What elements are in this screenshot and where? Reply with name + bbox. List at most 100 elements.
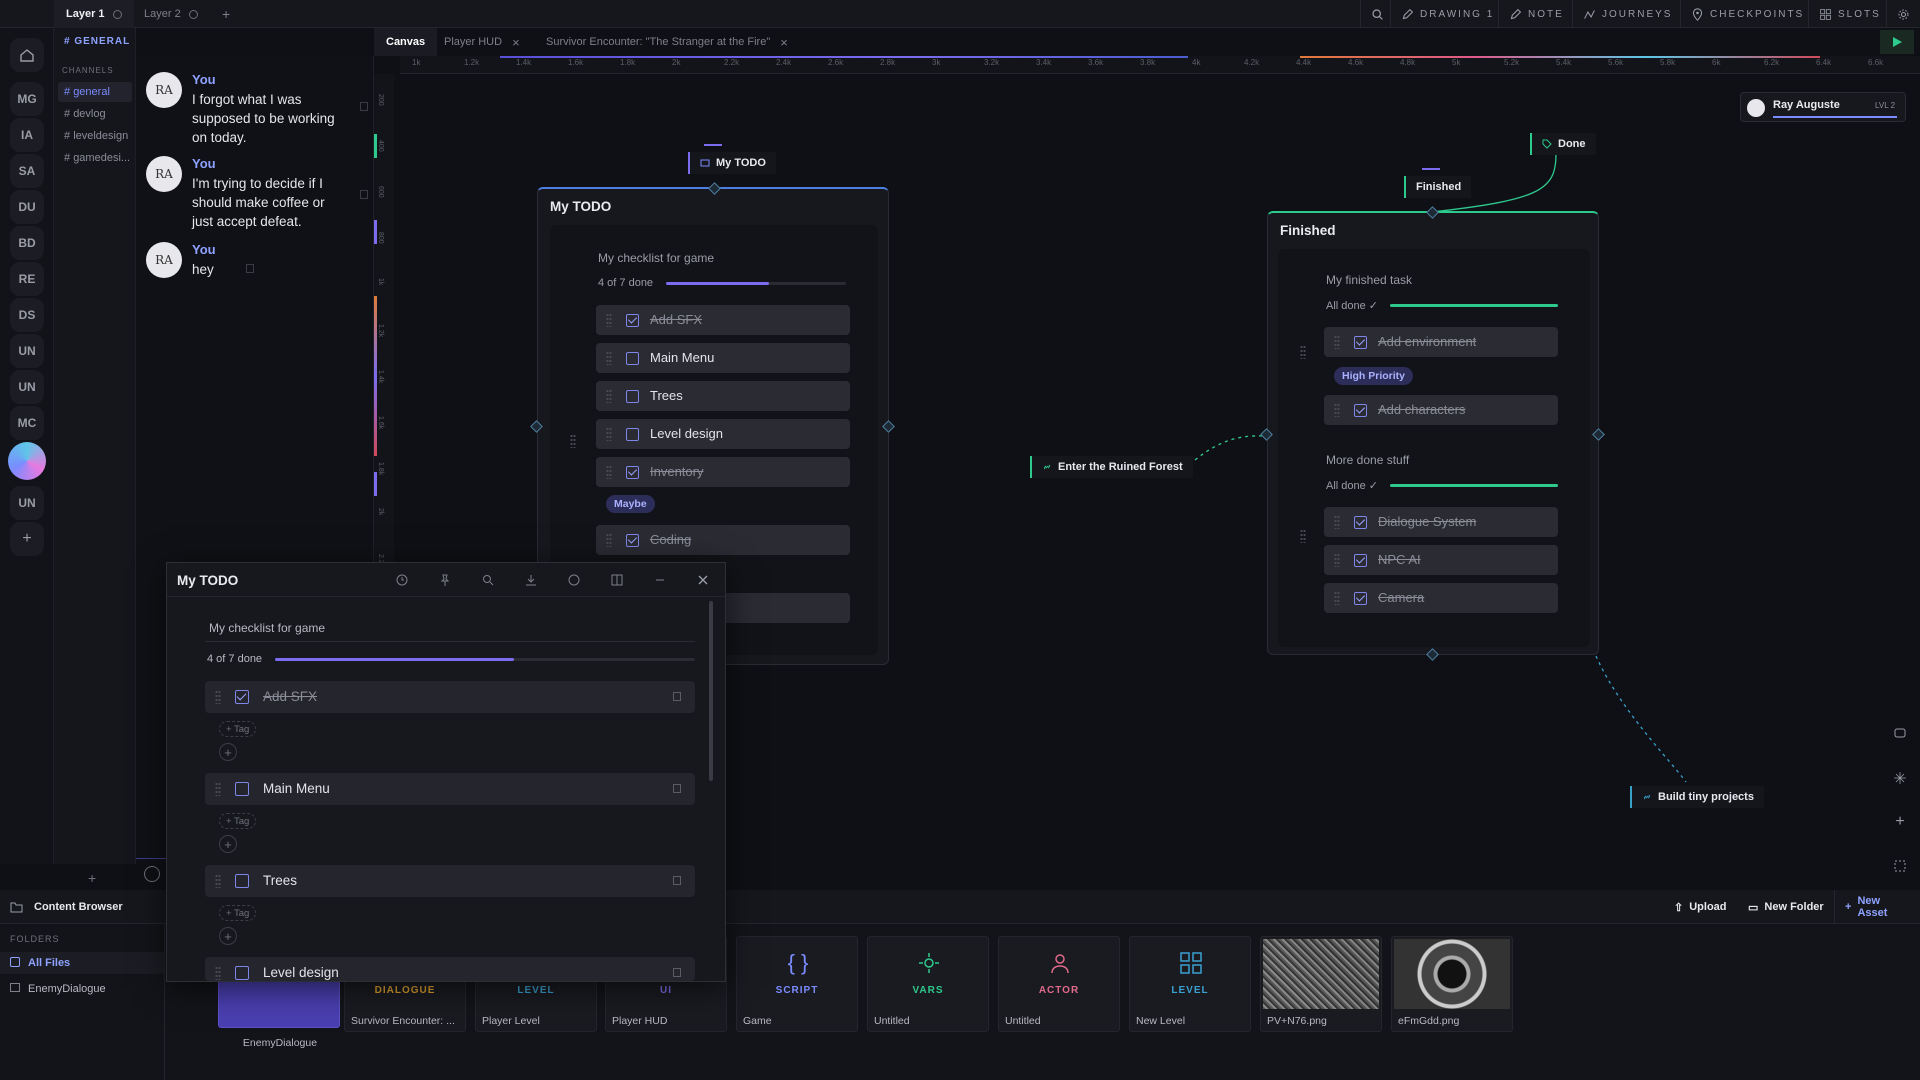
finished-item[interactable]: Add environment [1324,327,1558,357]
download-icon[interactable] [524,573,538,587]
checkbox[interactable] [1354,404,1367,417]
search-icon[interactable] [481,573,495,587]
todo-flag[interactable]: My TODO [688,152,776,174]
add-tag-button[interactable]: + Tag [219,905,257,921]
folder-item-all-files[interactable]: All Files [0,952,164,974]
chat-tool-button[interactable] [1886,720,1914,748]
todo-item[interactable]: Level design [596,419,850,449]
checkbox[interactable] [626,352,639,365]
minimize-icon[interactable] [653,573,667,587]
asset-card[interactable]: VARS Untitled [867,936,989,1032]
clock-icon[interactable] [395,573,409,587]
new-asset-button[interactable]: + New Asset [1834,890,1920,924]
drag-handle[interactable] [606,389,612,403]
tag-badge[interactable]: Maybe [606,495,655,513]
checkbox[interactable] [235,966,249,980]
drag-handle[interactable] [215,782,221,796]
progress-bar [666,282,846,285]
connector-line [1595,655,1687,783]
drag-handle[interactable] [1300,529,1306,543]
checkbox[interactable] [1354,516,1367,529]
finished-flag[interactable]: Finished [1404,176,1472,198]
checkbox[interactable] [626,466,639,479]
trash-icon[interactable] [673,968,681,977]
checkbox[interactable] [1354,592,1367,605]
todo-item[interactable]: Trees [596,381,850,411]
tag-badge[interactable]: High Priority [1334,367,1414,385]
todo-panel[interactable]: My TODO My checklist for game 4 of 7 don… [166,562,726,982]
drag-handle[interactable] [215,690,221,704]
scrollbar[interactable] [709,601,713,781]
drag-handle[interactable] [1334,553,1340,567]
checkbox[interactable] [626,534,639,547]
todo-item[interactable]: Add SFX [596,305,850,335]
sparkle-tool-button[interactable] [1886,764,1914,792]
close-icon[interactable] [696,573,710,587]
panel-todo-item[interactable]: Add SFX [205,681,695,713]
drag-handle[interactable] [1334,591,1340,605]
checkbox[interactable] [235,874,249,888]
folder-item-enemydialogue[interactable]: EnemyDialogue [0,978,164,1000]
checkbox[interactable] [235,782,249,796]
tiny-projects-flag[interactable]: Build tiny projects [1630,786,1764,808]
checkbox[interactable] [1354,554,1367,567]
image-thumbnail [1263,939,1379,1009]
drag-handle[interactable] [606,465,612,479]
folder-plus-icon: ▭ [1748,901,1759,914]
sparkle-icon [1894,772,1906,784]
home-icon [10,957,20,967]
add-subitem-button[interactable]: + [219,927,237,945]
finished-item[interactable]: NPC AI [1324,545,1558,575]
pin-icon[interactable] [438,573,452,587]
drag-handle[interactable] [606,533,612,547]
asset-card[interactable]: PV+N76.png [1260,936,1382,1032]
fit-view-button[interactable] [1886,852,1914,880]
drag-handle[interactable] [570,434,576,448]
columns-icon[interactable] [610,573,624,587]
trash-icon[interactable] [673,692,681,701]
drag-handle[interactable] [606,427,612,441]
drag-handle[interactable] [1300,345,1306,359]
forest-flag[interactable]: Enter the Ruined Forest [1030,456,1193,478]
drag-handle[interactable] [606,351,612,365]
finished-item[interactable]: Camera [1324,583,1558,613]
drag-handle[interactable] [215,966,221,980]
todo-item[interactable]: Inventory [596,457,850,487]
comment-icon[interactable] [567,573,581,587]
drag-handle[interactable] [606,313,612,327]
finished-node[interactable]: Finished My finished task All done ✓ Add… [1267,211,1599,655]
finished-item[interactable]: Dialogue System [1324,507,1558,537]
panel-header: My TODO [167,563,725,597]
done-flag[interactable]: Done [1530,133,1596,155]
new-folder-button[interactable]: ▭ New Folder [1738,890,1834,924]
drag-handle[interactable] [1334,403,1340,417]
todo-item[interactable]: Main Menu [596,343,850,373]
drag-handle[interactable] [215,874,221,888]
trash-icon[interactable] [673,876,681,885]
add-subitem-button[interactable]: + [219,835,237,853]
upload-button[interactable]: ⇧ Upload [1664,890,1737,924]
asset-card[interactable]: eFmGdd.png [1391,936,1513,1032]
checkbox[interactable] [235,690,249,704]
todo-item[interactable]: Coding [596,525,850,555]
zoom-in-button[interactable]: + [1886,808,1914,836]
add-subitem-button[interactable]: + [219,743,237,761]
drag-handle[interactable] [1334,335,1340,349]
trash-icon[interactable] [673,784,681,793]
panel-todo-item[interactable]: Main Menu [205,773,695,805]
finished-item[interactable]: Add characters [1324,395,1558,425]
checkbox[interactable] [626,314,639,327]
asset-card[interactable]: LEVEL New Level [1129,936,1251,1032]
asset-card[interactable]: { } SCRIPT Game [736,936,858,1032]
checkbox[interactable] [1354,336,1367,349]
checkbox[interactable] [626,390,639,403]
panel-todo-item[interactable]: Level design [205,957,695,981]
group-status: All done ✓ [1326,480,1379,492]
asset-card[interactable]: ACTOR Untitled [998,936,1120,1032]
add-tag-button[interactable]: + Tag [219,813,257,829]
checkbox[interactable] [626,428,639,441]
panel-todo-item[interactable]: Trees [205,865,695,897]
group-title: More done stuff [1326,453,1410,467]
drag-handle[interactable] [1334,515,1340,529]
add-tag-button[interactable]: + Tag [219,721,257,737]
